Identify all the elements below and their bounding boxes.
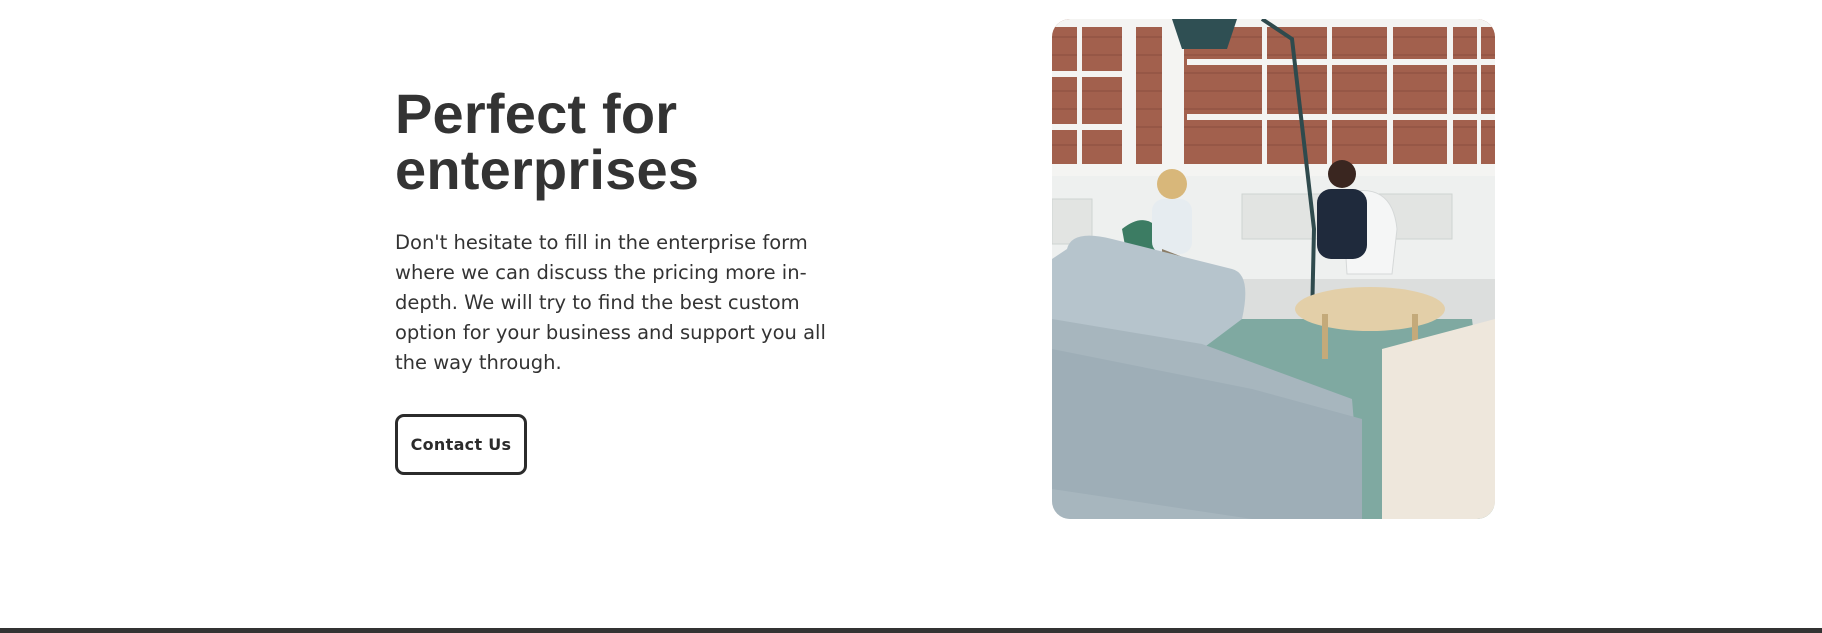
contact-us-button[interactable]: Contact Us (395, 414, 527, 475)
enterprise-copy: Perfect for enterprises Don't hesitate t… (395, 86, 855, 475)
section-description: Don't hesitate to fill in the enterprise… (395, 231, 826, 374)
enterprise-section: Perfect for enterprises Don't hesitate t… (0, 0, 1822, 628)
footer-top-border (0, 628, 1822, 633)
section-title: Perfect for enterprises (395, 82, 700, 201)
office-lounge-photo (1052, 19, 1495, 519)
